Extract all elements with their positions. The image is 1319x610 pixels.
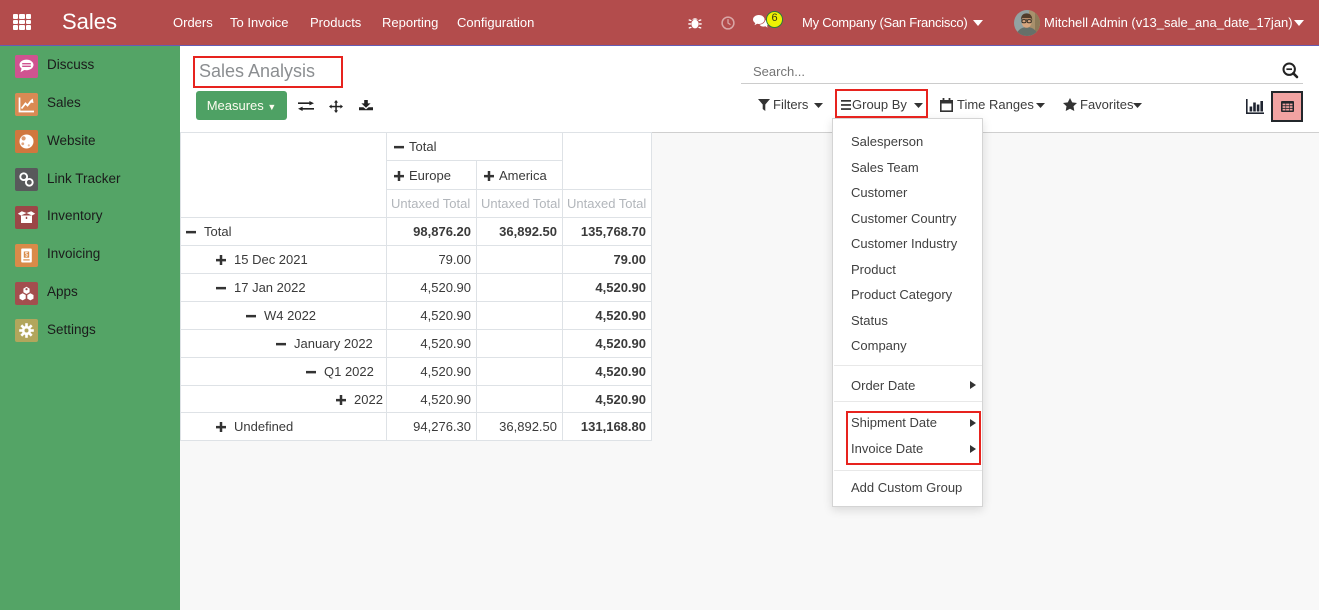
svg-text:$: $	[25, 251, 29, 258]
